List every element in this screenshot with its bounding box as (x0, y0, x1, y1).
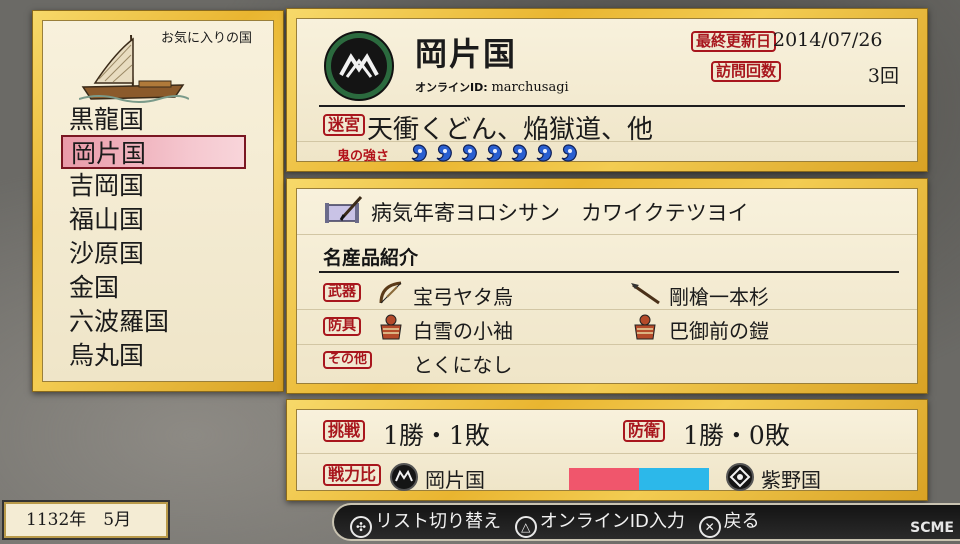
labyrinth-label: 迷宮 (323, 114, 366, 136)
watermark-logo: SCME (910, 520, 954, 536)
defense-label: 防衛 (623, 420, 666, 442)
profile-panel: 岡片国 オンラインID: marchusagi 最終更新日 2014/07/26… (286, 8, 928, 172)
power-ratio-label: 戦力比 (323, 464, 382, 486)
battle-paper: 挑戦 1勝・1敗 防衛 1勝・0敗 戦力比 岡片国 紫野国 (296, 409, 918, 492)
online-id-row: オンラインID: marchusagi (415, 79, 569, 95)
detail-paper: 病気年寄ヨロシサン カワイクテツヨイ 名産品紹介 武器 宝弓ヤタ烏 剛槍一本杉 … (296, 188, 918, 384)
controls-bar: ✣ リスト切り替え △ オンラインID入力 ✕ 戻る (332, 503, 960, 541)
armor-item: 巴御前の鎧 (669, 319, 769, 343)
favorite-item[interactable]: 金国 (61, 271, 246, 305)
favorite-item[interactable]: 沙原国 (61, 237, 246, 271)
favorites-panel: お気に入りの国 黒龍国 岡片国 吉岡国 福山国 沙原国 金国 六波羅国 烏丸国 (32, 10, 284, 392)
other-label: その他 (323, 351, 373, 370)
country-emblem-icon (324, 31, 394, 101)
battle-record-panel: 挑戦 1勝・1敗 防衛 1勝・0敗 戦力比 岡片国 紫野国 (286, 399, 928, 501)
row-line (297, 234, 917, 235)
magatama-icon (461, 144, 477, 162)
other-item: とくになし (413, 353, 513, 377)
weapon-item: 剛槍一本杉 (669, 285, 769, 309)
country-name: 岡片国 (415, 35, 518, 73)
country-message: 病気年寄ヨロシサン カワイクテツヨイ (371, 201, 749, 225)
divider (319, 105, 905, 107)
magatama-icon (536, 144, 552, 162)
square-button-icon[interactable]: ✣ (350, 516, 372, 538)
enter-id-hint[interactable]: オンラインID入力 (540, 511, 685, 532)
armor-item: 白雪の小袖 (413, 319, 513, 343)
magatama-icon (511, 144, 527, 162)
profile-paper: 岡片国 オンラインID: marchusagi 最終更新日 2014/07/26… (296, 18, 918, 165)
oni-strength-label: 鬼の強さ (337, 149, 390, 164)
favorite-item[interactable]: 六波羅国 (61, 305, 246, 339)
row-line (297, 453, 917, 454)
weapon-item: 宝弓ヤタ烏 (413, 285, 513, 309)
favorite-item[interactable]: 烏丸国 (61, 339, 246, 373)
favorites-title: お気に入りの国 (161, 31, 253, 46)
challenge-label: 挑戦 (323, 420, 366, 442)
magatama-icon (486, 144, 502, 162)
switch-list-hint[interactable]: リスト切り替え (375, 511, 501, 532)
defense-record: 1勝・0敗 (683, 421, 790, 450)
favorite-item-selected[interactable]: 岡片国 (61, 135, 246, 169)
magatama-icon (561, 144, 577, 162)
magatama-icon (436, 144, 452, 162)
rival-power-fill (639, 468, 709, 490)
favorite-item[interactable]: 吉岡国 (61, 169, 246, 203)
bow-icon (379, 281, 402, 304)
own-country-name: 岡片国 (425, 468, 485, 492)
magatama-icon (411, 144, 427, 162)
visits-count: 3回 (867, 65, 899, 87)
row-line (297, 309, 917, 310)
weapon-label: 武器 (323, 283, 361, 303)
favorite-item[interactable]: 福山国 (61, 203, 246, 237)
online-id-value: marchusagi (491, 80, 569, 95)
scroll-brush-icon (325, 195, 363, 223)
visits-label: 訪問回数 (711, 61, 782, 82)
detail-panel: 病気年寄ヨロシサン カワイクテツヨイ 名産品紹介 武器 宝弓ヤタ烏 剛槍一本杉 … (286, 178, 928, 394)
armor-icon (380, 314, 402, 340)
rival-country-emblem-icon (726, 463, 754, 491)
last-update-label: 最終更新日 (691, 31, 777, 52)
row-line (297, 344, 917, 345)
oni-strength-meter (407, 143, 582, 165)
spear-icon (631, 283, 660, 305)
own-power-fill (569, 468, 639, 490)
online-id-label: オンラインID: (415, 81, 488, 94)
armor-label: 防具 (323, 317, 361, 337)
favorites-paper: お気に入りの国 黒龍国 岡片国 吉岡国 福山国 沙原国 金国 六波羅国 烏丸国 (42, 20, 274, 382)
rival-country-name: 紫野国 (761, 468, 821, 492)
divider (319, 271, 899, 273)
own-country-emblem-icon (390, 463, 418, 491)
challenge-record: 1勝・1敗 (383, 421, 490, 450)
power-ratio-bar (569, 468, 709, 490)
last-update-date: 2014/07/26 (773, 29, 883, 51)
favorite-item[interactable]: 黒龍国 (61, 103, 246, 137)
specialties-title: 名産品紹介 (323, 247, 419, 269)
cross-button-icon[interactable]: ✕ (698, 516, 721, 538)
triangle-button-icon[interactable]: △ (514, 516, 537, 538)
back-hint[interactable]: 戻る (724, 511, 760, 532)
date-display: 1132年 5月 (2, 500, 170, 540)
armor-icon (634, 314, 656, 340)
row-line (297, 141, 917, 142)
